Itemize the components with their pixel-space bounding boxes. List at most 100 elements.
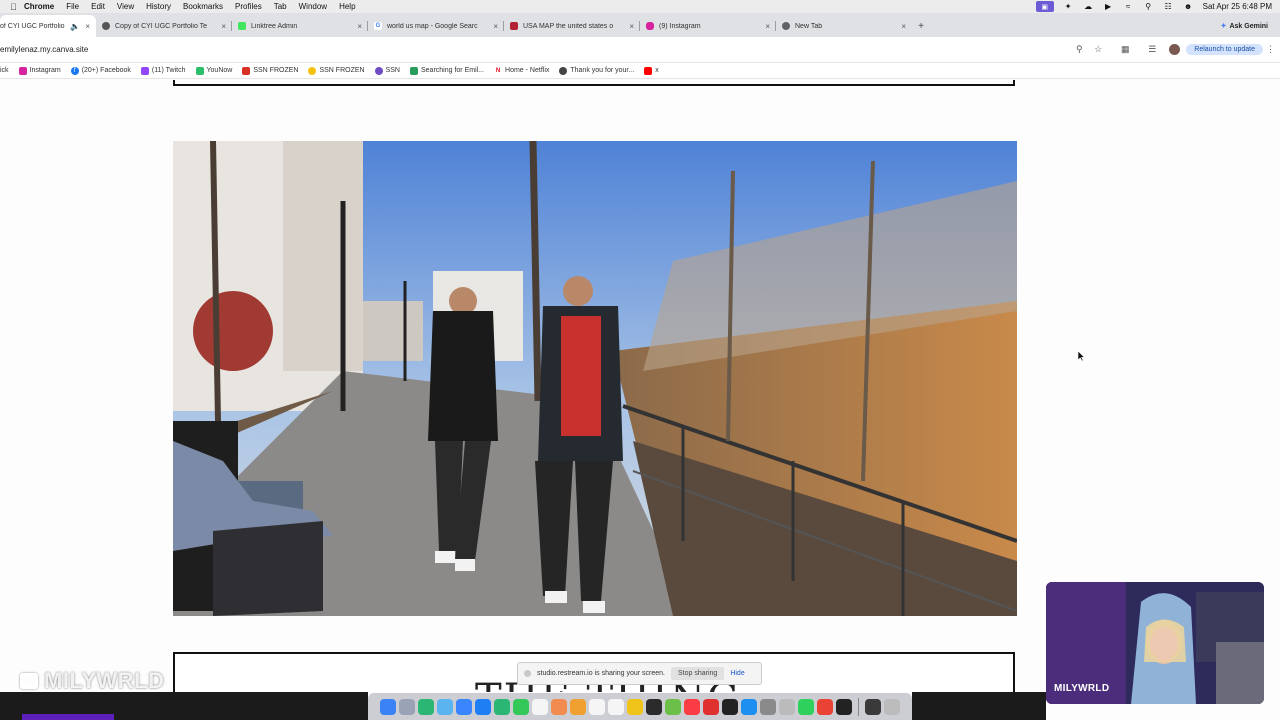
menu-view[interactable]: View (117, 2, 134, 11)
menubar-status-area: ▣ ✦ ☁ ▶ ≈ ⚲ ☷ ☻ Sat Apr 25 6:48 PM (1035, 1, 1272, 12)
close-tab-icon[interactable]: × (901, 22, 906, 31)
hide-share-bar-button[interactable]: Hide (730, 670, 744, 677)
close-tab-icon[interactable]: × (357, 22, 362, 31)
tab-title: of CYI UGC Portfolio (0, 22, 65, 30)
media-control-icon[interactable]: ☰ (1144, 44, 1160, 55)
bookmark-ssn[interactable]: SSN (374, 66, 400, 75)
close-tab-icon[interactable]: × (221, 22, 226, 31)
bookmark-netflix[interactable]: N Home - Netflix (494, 66, 549, 75)
dock-app-icon[interactable] (741, 698, 757, 715)
extension-icon[interactable]: ▦ (1117, 44, 1133, 55)
dock-app-icon[interactable] (532, 698, 548, 715)
ask-gemini-button[interactable]: ✦ Ask Gemini (1215, 19, 1274, 33)
bookmark-label: (20+) Facebook (81, 67, 131, 74)
play-circle-icon[interactable]: ▶ (1103, 2, 1114, 11)
menu-edit[interactable]: Edit (91, 2, 105, 11)
bookmark-thank-you[interactable]: Thank you for your... (559, 66, 634, 75)
dock-app-icon[interactable] (570, 698, 586, 715)
bookmark-facebook[interactable]: f (20+) Facebook (70, 66, 131, 75)
menubar-datetime[interactable]: Sat Apr 25 6:48 PM (1203, 2, 1272, 11)
menu-history[interactable]: History (146, 2, 171, 11)
new-tab-button[interactable]: + (912, 15, 930, 37)
dock-app-icon[interactable] (513, 698, 529, 715)
dock-app-icon[interactable] (798, 698, 814, 715)
gemini-sparkle-icon: ✦ (1220, 23, 1227, 30)
bookmark-searching[interactable]: Searching for Emil... (410, 66, 484, 75)
tab-canva-copy[interactable]: Copy of CYI UGC Portfolio Te × (96, 15, 232, 37)
dock-app-icon[interactable] (399, 698, 415, 715)
menu-window[interactable]: Window (299, 2, 327, 11)
bookmark-item[interactable]: ick (0, 67, 9, 74)
menu-tab[interactable]: Tab (274, 2, 287, 11)
dock-app-icon[interactable] (627, 698, 643, 715)
bookmark-ssn-frozen-1[interactable]: SSN FROZEN (242, 66, 298, 75)
menu-profiles[interactable]: Profiles (235, 2, 262, 11)
pin-icon[interactable]: ✦ (1063, 2, 1074, 11)
dock-app-icon[interactable] (456, 698, 472, 715)
tab-google-search[interactable]: G world us map - Google Searc × (368, 15, 504, 37)
tab-instagram[interactable]: (9) Instagram × (640, 15, 776, 37)
dock-app-icon[interactable] (646, 698, 662, 715)
bookmark-ssn-frozen-2[interactable]: SSN FROZEN (308, 66, 365, 75)
dock-app-icon[interactable] (551, 698, 567, 715)
bookmark-younow[interactable]: YouNow (195, 66, 232, 75)
dock-app-icon[interactable] (703, 698, 719, 715)
search-icon[interactable]: ⚲ (1143, 2, 1154, 11)
profile-avatar[interactable] (1169, 44, 1181, 55)
control-center-icon[interactable]: ☷ (1163, 2, 1174, 11)
tab-linktree[interactable]: Linktree Admin × (232, 15, 368, 37)
cloud-icon[interactable]: ☁ (1083, 2, 1094, 11)
relaunch-update-button[interactable]: Relaunch to update (1186, 44, 1263, 55)
watermark-text: MILYWRLD (44, 668, 165, 693)
dock-app-icon[interactable] (437, 698, 453, 715)
dock-app-icon[interactable] (722, 698, 738, 715)
wifi-icon[interactable]: ≈ (1123, 2, 1134, 11)
dock-app-icon[interactable] (836, 698, 852, 715)
tab-canva-portfolio[interactable]: of CYI UGC Portfolio 🔈 × (0, 15, 96, 37)
ssn-frozen-icon (242, 66, 251, 75)
apple-icon[interactable]:  (10, 2, 24, 12)
dock-app-icon[interactable] (684, 698, 700, 715)
dock-app-icon[interactable] (608, 698, 624, 715)
stop-sharing-button[interactable]: Stop sharing (671, 667, 725, 680)
bookmark-youtube[interactable]: x (644, 66, 659, 75)
menu-file[interactable]: File (66, 2, 79, 11)
menu-app-name[interactable]: Chrome (24, 2, 54, 11)
bottom-right-area (912, 692, 1046, 720)
close-tab-icon[interactable]: × (629, 22, 634, 31)
close-tab-icon[interactable]: × (493, 22, 498, 31)
bookmark-twitch[interactable]: (11) Twitch (140, 66, 186, 75)
user-icon[interactable]: ☻ (1183, 2, 1194, 11)
dock-app-icon[interactable] (865, 698, 881, 715)
zoom-icon[interactable]: ⚲ (1071, 44, 1087, 55)
tab-usa-map[interactable]: USA MAP the united states o × (504, 15, 640, 37)
video-still-two-people-walking[interactable] (173, 141, 1017, 616)
address-bar-url[interactable]: emilylenaz.my.canva.site (0, 45, 1071, 54)
more-menu-icon[interactable]: ⋮ (1266, 44, 1276, 55)
speaker-icon[interactable]: 🔈 (70, 22, 80, 31)
tab-new-tab[interactable]: New Tab × (776, 15, 912, 37)
bookmark-star-icon[interactable]: ☆ (1090, 44, 1106, 55)
menu-help[interactable]: Help (339, 2, 355, 11)
dock-app-icon[interactable] (589, 698, 605, 715)
youtube-icon (644, 66, 653, 75)
dock-app-icon[interactable] (418, 698, 434, 715)
menu-bookmarks[interactable]: Bookmarks (183, 2, 223, 11)
bookmark-label: Instagram (29, 67, 61, 74)
screen-record-icon[interactable]: ▣ (1035, 1, 1054, 12)
chrome-favicon-icon (782, 22, 790, 30)
bookmark-instagram[interactable]: Instagram (18, 66, 61, 75)
dock-app-icon[interactable] (494, 698, 510, 715)
dock-app-icon[interactable] (475, 698, 491, 715)
dock-app-icon[interactable] (380, 698, 396, 715)
dock-app-icon[interactable] (760, 698, 776, 715)
netflix-icon: N (494, 66, 503, 75)
dock-app-icon[interactable] (817, 698, 833, 715)
dock-app-icon[interactable] (884, 698, 900, 715)
close-tab-icon[interactable]: × (765, 22, 770, 31)
close-tab-icon[interactable]: × (85, 22, 90, 31)
dock-app-icon[interactable] (665, 698, 681, 715)
dock-app-icon[interactable] (779, 698, 795, 715)
bookmark-label: ick (0, 67, 9, 74)
macos-dock (368, 693, 912, 720)
